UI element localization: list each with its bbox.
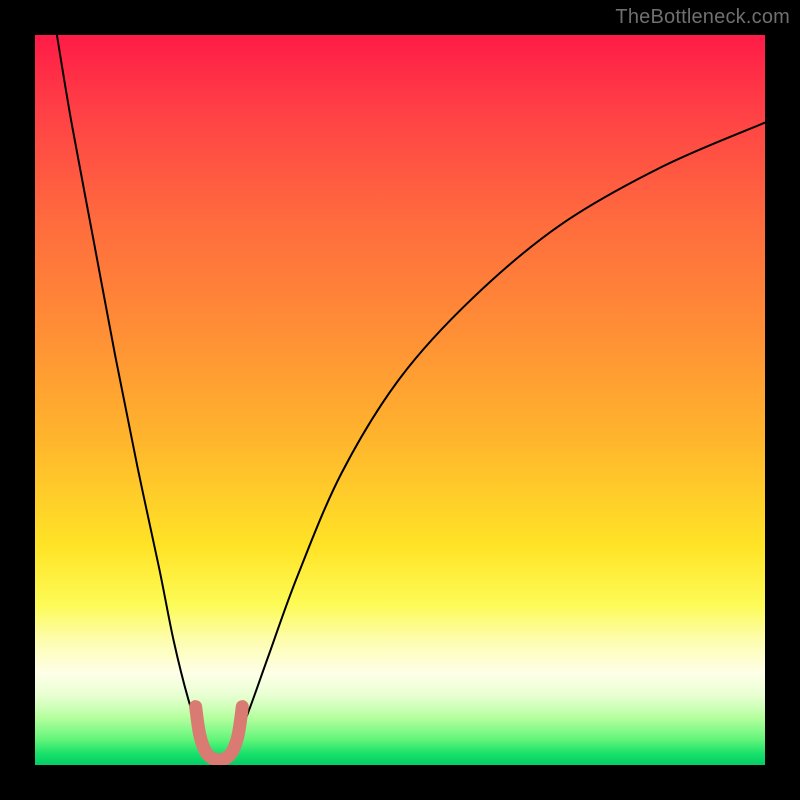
chart-frame: TheBottleneck.com bbox=[0, 0, 800, 800]
trough-marker bbox=[196, 707, 243, 760]
plot-area bbox=[35, 35, 765, 765]
bottleneck-curve bbox=[57, 35, 765, 764]
watermark-text: TheBottleneck.com bbox=[615, 6, 790, 29]
curve-layer bbox=[35, 35, 765, 765]
